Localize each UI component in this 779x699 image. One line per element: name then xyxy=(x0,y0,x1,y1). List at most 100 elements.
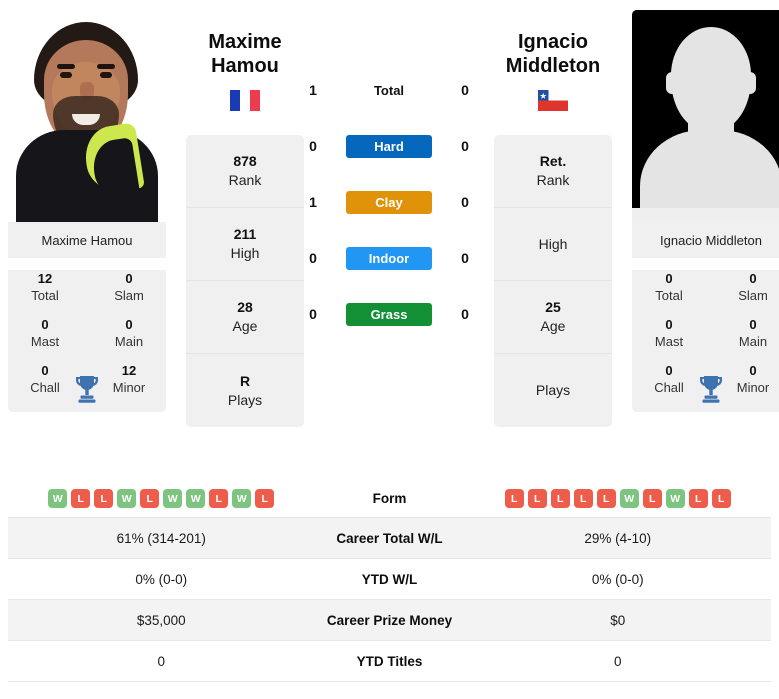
surface-row-hard: 0 Hard 0 xyxy=(304,118,474,174)
left-rank-row: 878 Rank xyxy=(186,135,304,208)
left-form-badges: WLLWLWWLWL xyxy=(8,489,315,508)
right-total-wins: 0 xyxy=(461,82,469,98)
surface-row-clay: 1 Clay 0 xyxy=(304,174,474,230)
left-form-badge[interactable]: W xyxy=(163,489,183,508)
left-ytd-wl: 0% (0-0) xyxy=(135,571,188,587)
left-form-badge[interactable]: L xyxy=(209,489,229,508)
right-titles-total: 0 Total xyxy=(655,271,683,303)
player-comparison-page: Maxime Hamou 12 Total 0 Slam 0 Mast 0 Ma… xyxy=(0,0,779,699)
surface-head-to-head: 1 Total 0 0 Hard 0 1 Clay 0 0 Indoor 0 0 xyxy=(304,10,474,342)
left-player-titles-card: 12 Total 0 Slam 0 Mast 0 Main 0 Chall 12… xyxy=(8,270,166,412)
right-form-badge[interactable]: W xyxy=(619,489,639,508)
left-high-row: 211 High xyxy=(186,208,304,281)
surface-row-indoor: 0 Indoor 0 xyxy=(304,230,474,286)
left-total-wins: 1 xyxy=(309,82,317,98)
right-indoor-wins: 0 xyxy=(461,250,469,266)
surface-row-total: 1 Total 0 xyxy=(304,62,474,118)
left-form-badge[interactable]: L xyxy=(255,489,275,508)
trophy-icon xyxy=(76,376,98,403)
left-form-badge[interactable]: W xyxy=(48,489,68,508)
left-clay-wins: 1 xyxy=(309,194,317,210)
right-form-badge[interactable]: L xyxy=(527,489,547,508)
france-flag-icon xyxy=(230,90,260,111)
left-player-rank-card: 878 Rank 211 High 28 Age R Plays xyxy=(186,135,304,427)
left-form-badge[interactable]: W xyxy=(186,489,206,508)
surface-label-clay[interactable]: Clay xyxy=(346,190,432,214)
left-form-badge[interactable]: L xyxy=(94,489,114,508)
stats-row-ytd-wl: 0% (0-0) YTD W/L 0% (0-0) xyxy=(8,559,771,600)
right-ytd-wl: 0% (0-0) xyxy=(591,571,644,587)
left-form-badge[interactable]: W xyxy=(232,489,252,508)
right-form-badge[interactable]: L xyxy=(642,489,662,508)
left-player-info-column: Maxime Hamou 878 Rank 211 High 28 Age R … xyxy=(186,10,304,427)
left-titles-mast: 0 Mast xyxy=(30,317,60,349)
right-form-badge[interactable]: L xyxy=(550,489,570,508)
left-titles-total: 12 Total xyxy=(31,271,59,303)
right-player-name: Ignacio Middleton xyxy=(494,10,612,111)
left-grass-wins: 0 xyxy=(309,306,317,322)
surface-label-grass[interactable]: Grass xyxy=(346,302,432,326)
right-career-prize-money: $0 xyxy=(610,612,626,628)
right-career-total-wl: 29% (4-10) xyxy=(584,530,652,546)
right-titles-slam: 0 Slam xyxy=(738,271,768,303)
stats-label-career-total-wl: Career Total W/L xyxy=(336,530,443,546)
stats-label-career-prize-money: Career Prize Money xyxy=(326,612,453,628)
right-plays-row: Plays xyxy=(535,382,571,398)
left-form-badge[interactable]: W xyxy=(117,489,137,508)
right-grass-wins: 0 xyxy=(461,306,469,322)
right-hard-wins: 0 xyxy=(461,138,469,154)
right-form-badges: LLLLLWLWLL xyxy=(465,489,772,508)
left-titles-minor: 12 Minor xyxy=(112,363,146,395)
stats-row-career-total-wl: 61% (314-201) Career Total W/L 29% (4-10… xyxy=(8,518,771,559)
left-form-badge[interactable]: L xyxy=(140,489,160,508)
left-career-prize-money: $35,000 xyxy=(136,612,186,628)
surface-label-total: Total xyxy=(373,82,405,98)
right-titles-mast: 0 Mast xyxy=(654,317,684,349)
right-player-photo-column: Ignacio Middleton 0 Total 0 Slam 0 Mast xyxy=(632,10,779,412)
right-player-info-column: Ignacio Middleton Ret. Rank High 25 Age … xyxy=(494,10,612,427)
left-age-row: 28 Age xyxy=(186,281,304,354)
surface-label-hard[interactable]: Hard xyxy=(346,134,432,158)
surface-row-grass: 0 Grass 0 xyxy=(304,286,474,342)
right-player-titles-card: 0 Total 0 Slam 0 Mast 0 Main 0 Chall 0 M… xyxy=(632,270,779,412)
left-titles-main: 0 Main xyxy=(114,317,144,349)
comparison-header: Maxime Hamou 12 Total 0 Slam 0 Mast 0 Ma… xyxy=(0,0,779,472)
right-high-row: High xyxy=(494,208,612,281)
left-player-photo xyxy=(8,10,166,222)
left-player-name: Maxime Hamou xyxy=(186,10,304,111)
right-titles-chall: 0 Chall xyxy=(654,363,684,395)
left-ytd-titles: 0 xyxy=(157,653,165,669)
left-hard-wins: 0 xyxy=(309,138,317,154)
left-form-badge[interactable]: L xyxy=(71,489,91,508)
left-titles-chall: 0 Chall xyxy=(30,363,60,395)
left-titles-slam: 0 Slam xyxy=(114,271,144,303)
right-form-badge[interactable]: L xyxy=(504,489,524,508)
right-form-badge[interactable]: L xyxy=(688,489,708,508)
right-form-badge[interactable]: W xyxy=(665,489,685,508)
stats-row-career-prize-money: $35,000 Career Prize Money $0 xyxy=(8,600,771,641)
stats-label-ytd-wl: YTD W/L xyxy=(361,571,418,587)
right-form-badge[interactable]: L xyxy=(596,489,616,508)
stats-label-ytd-titles: YTD Titles xyxy=(356,653,423,669)
right-player-photo xyxy=(632,10,779,222)
trophy-icon xyxy=(700,376,722,403)
left-career-total-wl: 61% (314-201) xyxy=(116,530,206,546)
stats-row-ytd-titles: 0 YTD Titles 0 xyxy=(8,641,771,682)
stats-label-form: Form xyxy=(372,491,407,506)
right-rank-row: Ret. Rank xyxy=(494,135,612,208)
right-age-row: 25 Age xyxy=(494,281,612,354)
right-ytd-titles: 0 xyxy=(613,653,622,669)
right-form-badge[interactable]: L xyxy=(573,489,593,508)
comparison-stats-table: WLLWLWWLWL Form LLLLLWLWLL 61% (314-201)… xyxy=(8,480,771,682)
chile-flag-icon xyxy=(538,90,568,111)
right-clay-wins: 0 xyxy=(461,194,469,210)
left-indoor-wins: 0 xyxy=(309,250,317,266)
stats-row-form: WLLWLWWLWL Form LLLLLWLWLL xyxy=(8,480,771,518)
surface-label-indoor[interactable]: Indoor xyxy=(346,246,432,270)
right-titles-minor: 0 Minor xyxy=(736,363,770,395)
right-player-caption: Ignacio Middleton xyxy=(632,222,779,258)
right-titles-main: 0 Main xyxy=(738,317,768,349)
right-form-badge[interactable]: L xyxy=(711,489,731,508)
left-player-photo-column: Maxime Hamou 12 Total 0 Slam 0 Mast 0 Ma… xyxy=(8,10,166,412)
left-plays-row: R Plays xyxy=(227,372,263,408)
